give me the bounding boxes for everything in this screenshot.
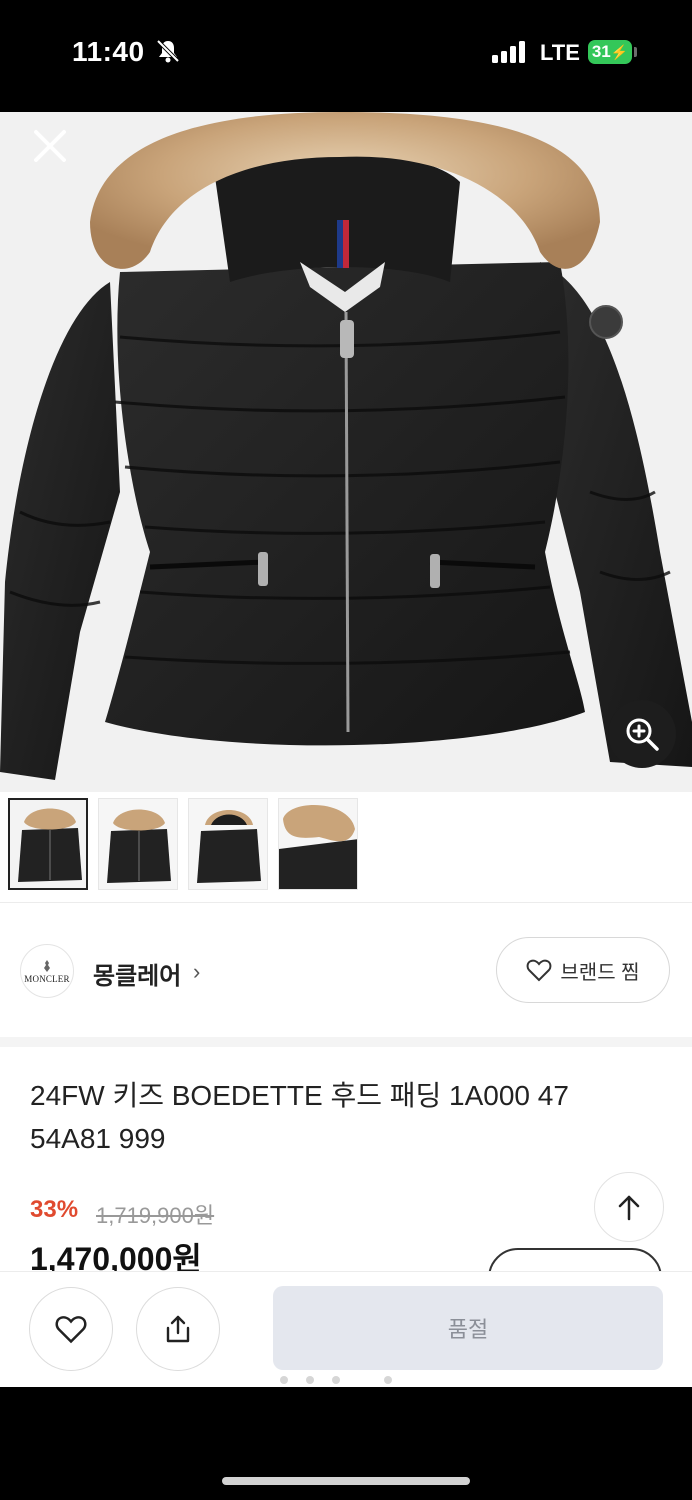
brand-name-link[interactable]: 몽클레어 — [93, 956, 181, 991]
product-page: MONCLER 몽클레어 › 브랜드 찜 24FW 키즈 BOEDETTE 후드… — [0, 112, 692, 1387]
thumbnail-1[interactable] — [8, 798, 88, 890]
status-time: 11:40 — [72, 36, 145, 67]
chevron-right-icon: › — [193, 959, 201, 984]
brand-favorite-button[interactable]: 브랜드 찜 — [496, 937, 670, 1003]
divider — [0, 902, 692, 903]
section-separator — [0, 1037, 692, 1047]
home-indicator[interactable] — [222, 1477, 470, 1485]
network-label: LTE — [540, 40, 580, 65]
soldout-button[interactable]: 품절 — [273, 1286, 663, 1370]
like-button[interactable] — [29, 1287, 113, 1371]
battery-cap — [634, 47, 637, 57]
brand-logo[interactable]: MONCLER — [20, 944, 74, 998]
signal-icon — [492, 41, 525, 63]
zoom-in-icon — [626, 718, 659, 751]
heart-icon — [55, 1316, 87, 1344]
jacket-illustration — [0, 112, 692, 780]
scroll-top-button[interactable] — [594, 1172, 664, 1242]
bell-off-icon — [156, 39, 180, 63]
brand-favorite-label: 브랜드 찜 — [560, 961, 640, 984]
thumbnail-3[interactable] — [188, 798, 268, 890]
thumbnail-strip — [0, 792, 692, 902]
carousel-dots — [280, 1376, 392, 1384]
thumbnail-2[interactable] — [98, 798, 178, 890]
carousel-dot — [332, 1376, 340, 1384]
carousel-dot-active — [358, 1376, 366, 1384]
discount-rate: 33% — [30, 1196, 79, 1223]
share-icon — [166, 1315, 190, 1343]
battery-level: 31 — [591, 42, 611, 61]
carousel-dot — [306, 1376, 314, 1384]
share-button[interactable] — [136, 1287, 220, 1371]
battery-icon: 31 ⚡ — [588, 40, 632, 64]
original-price: 1,719,900원 — [96, 1203, 215, 1228]
status-bar: 11:40 LTE 31 ⚡ — [0, 0, 692, 112]
bottom-action-bar: 품절 — [0, 1271, 692, 1387]
rooster-icon — [44, 959, 50, 972]
product-title: 24FW 키즈 BOEDETTE 후드 패딩 1A000 47 54A81 99… — [30, 1080, 569, 1154]
arrow-up-icon — [618, 1195, 640, 1221]
thumbnail-4[interactable] — [278, 798, 358, 890]
carousel-dot — [384, 1376, 392, 1384]
brand-row: MONCLER 몽클레어 › 브랜드 찜 — [0, 934, 692, 1024]
brand-logo-text: MONCLER — [24, 973, 70, 984]
product-image[interactable] — [0, 112, 692, 792]
zoom-button[interactable] — [608, 700, 676, 768]
close-icon[interactable] — [28, 124, 72, 168]
heart-outline-icon — [527, 959, 552, 982]
carousel-dot — [280, 1376, 288, 1384]
